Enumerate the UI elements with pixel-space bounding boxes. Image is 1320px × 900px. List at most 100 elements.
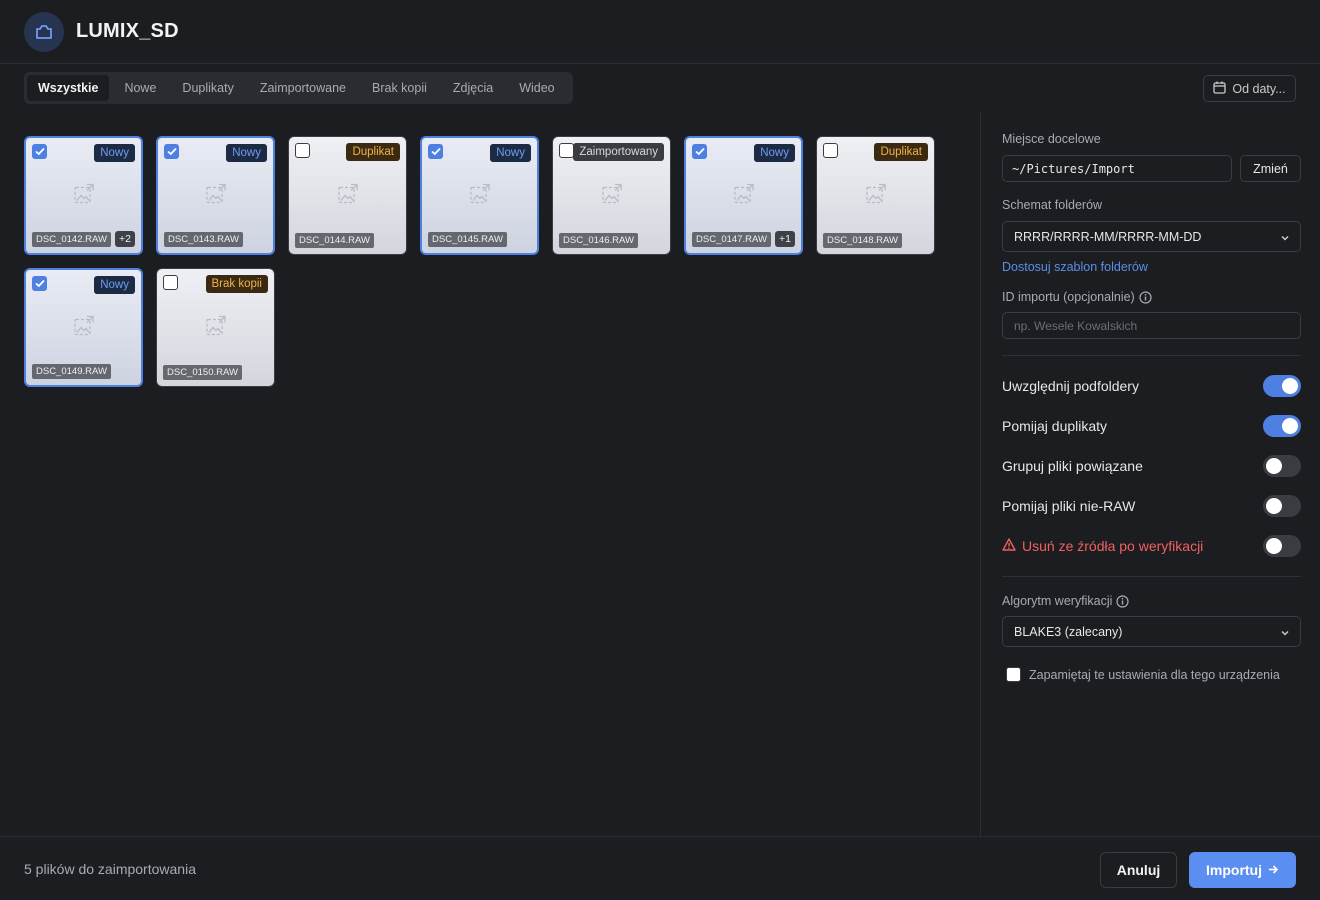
file-name: DSC_0150.RAW bbox=[163, 365, 242, 380]
file-card[interactable]: Duplikat DSC_0144.RAW bbox=[288, 136, 407, 255]
page-title: LUMIX_SD bbox=[76, 20, 179, 42]
file-checkbox[interactable] bbox=[692, 144, 707, 159]
status-badge: Nowy bbox=[490, 144, 531, 162]
status-badge: Nowy bbox=[226, 144, 267, 162]
folder-scheme-select[interactable]: RRRR/RRRR-MM/RRRR-MM-DD bbox=[1002, 221, 1301, 252]
tab-photos[interactable]: Zdjęcia bbox=[442, 75, 504, 101]
toggle-label: Pomijaj duplikaty bbox=[1002, 418, 1108, 434]
cancel-button[interactable]: Anuluj bbox=[1100, 852, 1177, 888]
info-icon bbox=[1139, 290, 1152, 304]
folder-scheme-label: Schemat folderów bbox=[1002, 198, 1103, 212]
file-checkbox[interactable] bbox=[164, 144, 179, 159]
change-destination-button[interactable]: Zmień bbox=[1240, 155, 1301, 182]
checkmark-icon bbox=[166, 147, 177, 156]
checkmark-icon bbox=[34, 279, 45, 288]
destination-label: Miejsce docelowe bbox=[1002, 132, 1101, 146]
toggle-label: Uwzględnij podfoldery bbox=[1002, 378, 1139, 394]
divider bbox=[1002, 355, 1301, 356]
file-card[interactable]: Nowy DSC_0142.RAW +2 bbox=[24, 136, 143, 255]
toggle-label: Pomijaj pliki nie-RAW bbox=[1002, 498, 1136, 514]
date-filter-button[interactable]: Od daty... bbox=[1203, 75, 1296, 102]
toggle-label-danger: Usuń ze źródła po weryfikacji bbox=[1002, 538, 1203, 554]
file-card[interactable]: Nowy DSC_0143.RAW bbox=[156, 136, 275, 255]
tab-imported[interactable]: Zaimportowane bbox=[249, 75, 357, 101]
file-checkbox[interactable] bbox=[823, 143, 838, 158]
toggle-row-subfolders: Uwzględnij podfoldery bbox=[1002, 374, 1301, 398]
import-button[interactable]: Importuj bbox=[1189, 852, 1296, 888]
tab-duplicates[interactable]: Duplikaty bbox=[171, 75, 244, 101]
file-checkbox[interactable] bbox=[32, 144, 47, 159]
skip-non-raw-toggle[interactable] bbox=[1263, 495, 1301, 517]
image-placeholder-icon bbox=[337, 182, 359, 209]
checkmark-icon bbox=[430, 147, 441, 156]
arrow-right-icon bbox=[1268, 862, 1279, 878]
remember-settings-checkbox[interactable]: Zapamiętaj te ustawienia dla tego urządz… bbox=[1006, 667, 1280, 682]
tab-all[interactable]: Wszystkie bbox=[27, 75, 110, 101]
import-id-label-row: ID importu (opcjonalnie) bbox=[1002, 290, 1152, 304]
filter-tabs: Wszystkie Nowe Duplikaty Zaimportowane B… bbox=[24, 72, 573, 104]
camera-icon bbox=[24, 11, 64, 52]
file-card[interactable]: Brak kopii DSC_0150.RAW bbox=[156, 268, 275, 387]
image-placeholder-icon bbox=[205, 182, 227, 209]
image-placeholder-icon bbox=[733, 182, 755, 209]
image-placeholder-icon bbox=[73, 182, 95, 209]
chevron-down-icon bbox=[1280, 627, 1290, 641]
file-card[interactable]: Zaimportowany DSC_0146.RAW bbox=[552, 136, 671, 255]
settings-panel: Miejsce docelowe ~/Pictures/Import Zmień… bbox=[980, 112, 1320, 836]
algorithm-label-row: Algorytm weryfikacji bbox=[1002, 594, 1130, 608]
file-card[interactable]: Nowy DSC_0149.RAW bbox=[24, 268, 143, 387]
import-id-input[interactable]: np. Wesele Kowalskich bbox=[1002, 312, 1301, 339]
delete-source-label: Usuń ze źródła po weryfikacji bbox=[1022, 538, 1204, 554]
algorithm-value: BLAKE3 (zalecany) bbox=[1014, 624, 1123, 639]
include-subfolders-toggle[interactable] bbox=[1263, 375, 1301, 397]
toggle-label: Grupuj pliki powiązane bbox=[1002, 458, 1143, 474]
file-checkbox[interactable] bbox=[32, 276, 47, 291]
tab-new[interactable]: Nowe bbox=[113, 75, 167, 101]
file-checkbox[interactable] bbox=[163, 275, 178, 290]
tab-video[interactable]: Wideo bbox=[508, 75, 565, 101]
header: LUMIX_SD bbox=[0, 0, 1320, 64]
info-icon bbox=[1116, 594, 1130, 608]
toggle-row-skip-non-raw: Pomijaj pliki nie-RAW bbox=[1002, 494, 1301, 518]
algorithm-select[interactable]: BLAKE3 (zalecany) bbox=[1002, 616, 1301, 647]
file-card[interactable]: Duplikat DSC_0148.RAW bbox=[816, 136, 935, 255]
remember-settings-label: Zapamiętaj te ustawienia dla tego urządz… bbox=[1029, 667, 1280, 682]
related-files-count: +2 bbox=[115, 231, 135, 247]
folder-scheme-value: RRRR/RRRR-MM/RRRR-MM-DD bbox=[1014, 229, 1202, 244]
file-name: DSC_0149.RAW bbox=[32, 364, 111, 379]
image-placeholder-icon bbox=[469, 182, 491, 209]
file-checkbox[interactable] bbox=[559, 143, 574, 158]
skip-duplicates-toggle[interactable] bbox=[1263, 415, 1301, 437]
footer: 5 plików do zaimportowania Anuluj Import… bbox=[0, 836, 1320, 900]
status-badge: Duplikat bbox=[346, 143, 400, 161]
file-checkbox[interactable] bbox=[295, 143, 310, 158]
status-badge: Duplikat bbox=[874, 143, 928, 161]
file-name: DSC_0148.RAW bbox=[823, 233, 902, 248]
status-badge: Nowy bbox=[94, 144, 135, 162]
toggle-row-group-related: Grupuj pliki powiązane bbox=[1002, 454, 1301, 478]
date-filter-label: Od daty... bbox=[1232, 81, 1286, 96]
image-placeholder-icon bbox=[73, 314, 95, 341]
toggle-row-skip-duplicates: Pomijaj duplikaty bbox=[1002, 414, 1301, 438]
customize-folder-template-link[interactable]: Dostosuj szablon folderów bbox=[1002, 260, 1148, 274]
file-card[interactable]: Nowy DSC_0147.RAW +1 bbox=[684, 136, 803, 255]
image-placeholder-icon bbox=[865, 182, 887, 209]
group-related-toggle[interactable] bbox=[1263, 455, 1301, 477]
calendar-icon bbox=[1213, 81, 1227, 97]
file-name: DSC_0144.RAW bbox=[295, 233, 374, 248]
checkmark-icon bbox=[34, 147, 45, 156]
import-id-label: ID importu (opcjonalnie) bbox=[1002, 290, 1135, 304]
image-placeholder-icon bbox=[205, 314, 227, 341]
file-name: DSC_0147.RAW bbox=[692, 232, 771, 247]
file-name: DSC_0145.RAW bbox=[428, 232, 507, 247]
status-badge: Brak kopii bbox=[205, 275, 268, 293]
checkbox[interactable] bbox=[1006, 667, 1021, 682]
divider bbox=[1002, 576, 1301, 577]
delete-source-toggle[interactable] bbox=[1263, 535, 1301, 557]
tab-no-backup[interactable]: Brak kopii bbox=[361, 75, 438, 101]
import-summary: 5 plików do zaimportowania bbox=[24, 861, 196, 877]
related-files-count: +1 bbox=[775, 231, 795, 247]
file-card[interactable]: Nowy DSC_0145.RAW bbox=[420, 136, 539, 255]
destination-path-field[interactable]: ~/Pictures/Import bbox=[1002, 155, 1232, 182]
file-checkbox[interactable] bbox=[428, 144, 443, 159]
